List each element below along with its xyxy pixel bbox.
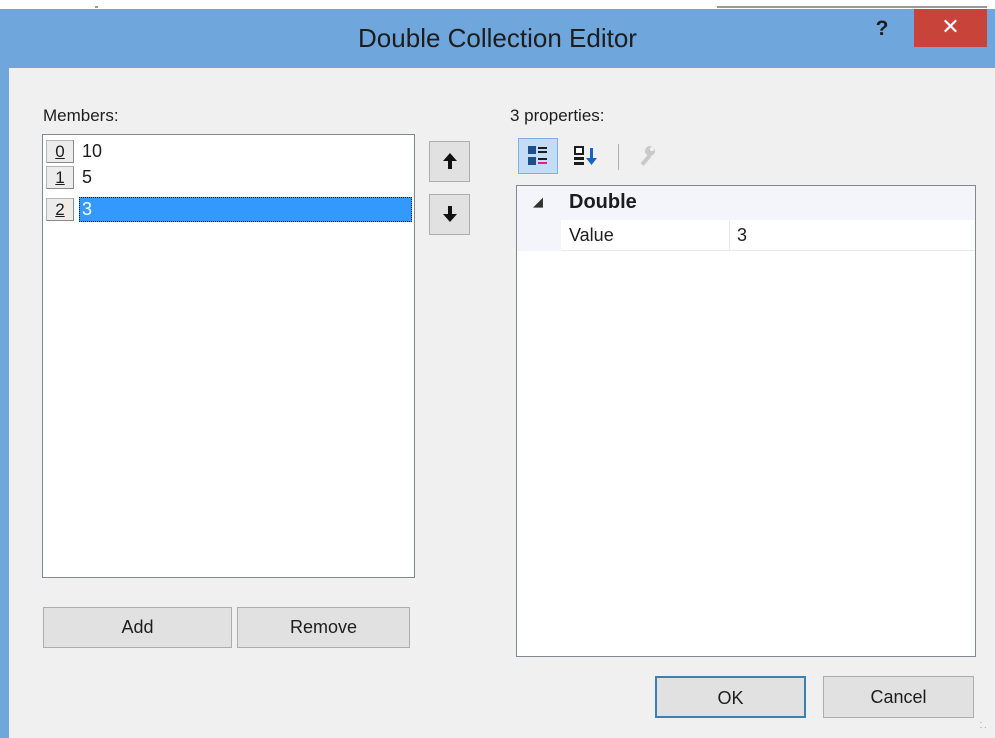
move-up-button[interactable] xyxy=(429,141,470,182)
property-row-margin xyxy=(517,220,561,251)
properties-label: 3 properties: xyxy=(510,106,605,125)
list-item[interactable]: 1 5 xyxy=(46,165,412,190)
category-row[interactable]: ◢ Double xyxy=(517,186,975,220)
move-down-button[interactable] xyxy=(429,194,470,235)
property-grid-toolbar xyxy=(518,138,668,174)
alphabetical-sort-icon xyxy=(574,146,597,165)
list-item[interactable]: 0 10 xyxy=(46,139,412,164)
ok-button[interactable]: OK xyxy=(655,676,806,718)
wrench-icon xyxy=(640,146,655,166)
property-pages-button[interactable] xyxy=(626,138,666,174)
title-bar[interactable]: Double Collection Editor ? ✕ xyxy=(0,9,995,68)
property-value[interactable]: 3 xyxy=(737,225,747,246)
property-name: Value xyxy=(569,225,614,245)
resize-grip-icon[interactable]: · ·· xyxy=(979,718,988,733)
remove-button[interactable]: Remove xyxy=(237,607,410,648)
window-title: Double Collection Editor xyxy=(358,23,637,53)
collapse-triangle-icon[interactable]: ◢ xyxy=(533,194,543,210)
arrow-down-icon xyxy=(442,206,457,222)
background-divider xyxy=(717,6,987,8)
member-index: 2 xyxy=(46,198,74,221)
property-divider[interactable] xyxy=(729,220,730,251)
members-list[interactable]: 0 10 1 5 2 3 xyxy=(42,134,415,578)
member-index: 0 xyxy=(46,140,74,163)
member-index: 1 xyxy=(46,166,74,189)
add-button[interactable]: Add xyxy=(43,607,232,648)
property-row[interactable]: Value 3 xyxy=(517,220,975,251)
members-label: Members: xyxy=(43,106,119,125)
list-item-selected[interactable]: 2 3 xyxy=(46,197,412,222)
background-window-edge xyxy=(0,0,995,9)
alphabetical-button[interactable] xyxy=(566,138,606,174)
dialog-window: Double Collection Editor ? ✕ Members: 0 … xyxy=(0,9,995,738)
help-button[interactable]: ? xyxy=(864,14,900,44)
close-button[interactable]: ✕ xyxy=(914,9,987,47)
dialog-client-area: Members: 0 10 1 5 2 3 Add Remove 3 prope… xyxy=(9,68,995,738)
categorized-icon xyxy=(528,146,547,165)
cancel-button[interactable]: Cancel xyxy=(823,676,974,718)
arrow-up-icon xyxy=(442,153,457,169)
toolbar-separator xyxy=(618,144,619,170)
property-grid[interactable]: ◢ Double Value 3 xyxy=(516,185,976,657)
category-label: Double xyxy=(569,191,637,213)
background-divider xyxy=(95,6,98,8)
close-icon: ✕ xyxy=(941,14,960,39)
member-value: 3 xyxy=(79,197,412,222)
member-value: 10 xyxy=(82,141,103,161)
member-value: 5 xyxy=(82,167,93,187)
categorized-button[interactable] xyxy=(518,138,558,174)
